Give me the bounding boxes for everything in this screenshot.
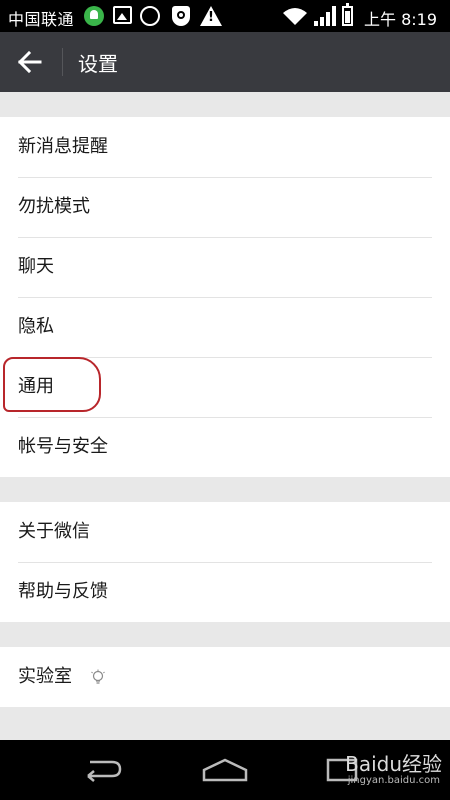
settings-item-lab[interactable]: 实验室 <box>0 647 450 707</box>
settings-item-do-not-disturb[interactable]: 勿扰模式 <box>0 177 450 237</box>
carrier-name: 中国联通 <box>8 10 75 29</box>
settings-item-general[interactable]: 通用 <box>0 357 450 417</box>
settings-group-main: 新消息提醒 勿扰模式 聊天 隐私 通用 帐号与安全 <box>0 117 450 477</box>
settings-group-lab: 实验室 <box>0 647 450 707</box>
warning-icon <box>200 6 222 26</box>
gw-icon <box>140 6 160 26</box>
signal-icon <box>314 6 336 26</box>
battery-icon <box>342 3 353 26</box>
status-icons-right: 上午 8:19 <box>282 3 442 29</box>
settings-item-lab-label: 实验室 <box>18 666 72 687</box>
settings-group-about: 关于微信 帮助与反馈 <box>0 502 450 622</box>
clock: 上午 8:19 <box>364 10 438 29</box>
settings-item-new-message-alerts[interactable]: 新消息提醒 <box>0 117 450 177</box>
header-divider <box>62 48 63 76</box>
watermark-text: Baidu经验 <box>345 752 442 776</box>
settings-item-help-feedback[interactable]: 帮助与反馈 <box>0 562 450 622</box>
status-bar: 中国联通 上午 8:19 <box>0 0 450 32</box>
watermark-url: jingyan.baidu.com <box>347 775 440 786</box>
settings-item-account-security[interactable]: 帐号与安全 <box>0 417 450 477</box>
shield-icon <box>172 6 190 26</box>
notification-bell-icon <box>84 6 104 26</box>
image-icon <box>113 6 132 24</box>
back-arrow-icon[interactable] <box>14 46 48 78</box>
lightbulb-icon <box>90 669 105 684</box>
settings-item-about-wechat[interactable]: 关于微信 <box>0 502 450 562</box>
home-nav-icon[interactable] <box>200 752 250 786</box>
app-header: 设置 <box>0 32 450 92</box>
back-nav-icon[interactable] <box>78 752 124 786</box>
page-title: 设置 <box>78 52 118 76</box>
settings-item-privacy[interactable]: 隐私 <box>0 297 450 357</box>
wifi-icon <box>283 8 307 25</box>
baidu-watermark: Baidu经验 jingyan.baidu.com <box>345 748 442 786</box>
settings-item-chat[interactable]: 聊天 <box>0 237 450 297</box>
